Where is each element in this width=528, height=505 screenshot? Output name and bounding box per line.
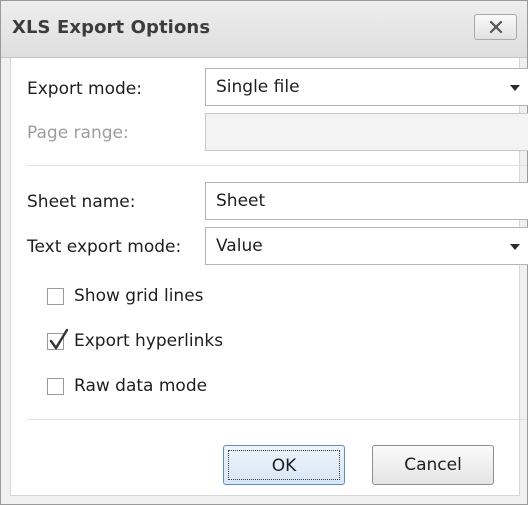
page-range-label: Page range: <box>27 123 129 143</box>
text-export-mode-dropdown[interactable]: Value <box>205 227 528 265</box>
show-grid-lines-label: Show grid lines <box>74 286 204 306</box>
separator <box>27 419 527 420</box>
export-mode-label: Export mode: <box>27 79 142 99</box>
show-grid-lines-checkbox[interactable] <box>47 288 64 305</box>
text-export-mode-value: Value <box>216 236 263 256</box>
page-range-input <box>205 113 528 151</box>
raw-data-mode-label: Raw data mode <box>74 376 208 396</box>
dialog-content: Export mode: Single file Page range: She… <box>10 58 528 496</box>
xls-export-options-dialog: XLS Export Options Export mode: Single f… <box>0 0 528 505</box>
export-mode-dropdown[interactable]: Single file <box>205 68 528 106</box>
dialog-titlebar: XLS Export Options <box>1 1 527 58</box>
chevron-down-icon <box>510 244 520 250</box>
close-x-icon <box>489 21 503 33</box>
sheet-name-label: Sheet name: <box>27 192 136 212</box>
separator <box>27 165 527 166</box>
close-button[interactable] <box>474 14 517 40</box>
ok-button-focus-ring: OK <box>228 450 340 480</box>
export-hyperlinks-checkbox[interactable] <box>47 328 69 350</box>
raw-data-mode-checkbox[interactable] <box>47 378 64 395</box>
cancel-button[interactable]: Cancel <box>372 445 494 485</box>
sheet-name-input[interactable]: Sheet <box>205 182 528 220</box>
text-export-mode-label: Text export mode: <box>27 237 182 257</box>
sheet-name-value: Sheet <box>216 191 266 211</box>
ok-button[interactable]: OK <box>223 445 345 485</box>
export-hyperlinks-label: Export hyperlinks <box>74 331 224 351</box>
chevron-down-icon <box>510 85 520 91</box>
checkmark-icon <box>49 328 69 350</box>
export-mode-value: Single file <box>216 77 300 97</box>
dialog-title: XLS Export Options <box>12 17 211 38</box>
